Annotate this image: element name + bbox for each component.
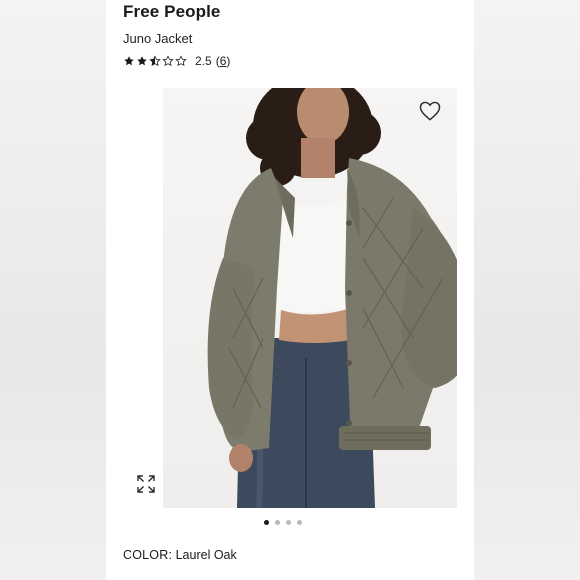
star-full-icon bbox=[137, 56, 147, 66]
product-image[interactable] bbox=[163, 88, 457, 508]
rating-stars bbox=[123, 55, 187, 67]
carousel-dot-2[interactable] bbox=[275, 520, 280, 525]
product-card: Free People Juno Jacket 2.5 (6) COLOR:… bbox=[106, 0, 474, 580]
carousel-dots bbox=[264, 520, 302, 525]
star-empty-icon bbox=[175, 55, 187, 67]
review-count-link[interactable]: 6 bbox=[220, 54, 227, 68]
rating-value: 2.5 bbox=[195, 54, 212, 68]
rating-row[interactable]: 2.5 (6) bbox=[123, 54, 230, 68]
model-jacket-illustration bbox=[207, 88, 457, 508]
carousel-dot-4[interactable] bbox=[297, 520, 302, 525]
background-left bbox=[0, 0, 106, 580]
color-label: COLOR: bbox=[123, 548, 173, 562]
background-right bbox=[474, 0, 580, 580]
brand-name[interactable]: Free People bbox=[123, 2, 220, 22]
color-value: Laurel Oak bbox=[175, 548, 237, 562]
heart-icon[interactable] bbox=[419, 101, 441, 121]
star-half-icon bbox=[149, 55, 161, 67]
star-empty-icon bbox=[162, 55, 174, 67]
star-full-icon bbox=[124, 56, 134, 66]
color-row: COLOR: Laurel Oak bbox=[123, 548, 237, 562]
carousel-dot-1[interactable] bbox=[264, 520, 269, 525]
carousel-dot-3[interactable] bbox=[286, 520, 291, 525]
expand-icon[interactable] bbox=[136, 474, 156, 494]
review-count-close: ) bbox=[226, 54, 231, 68]
product-title: Juno Jacket bbox=[123, 31, 193, 46]
